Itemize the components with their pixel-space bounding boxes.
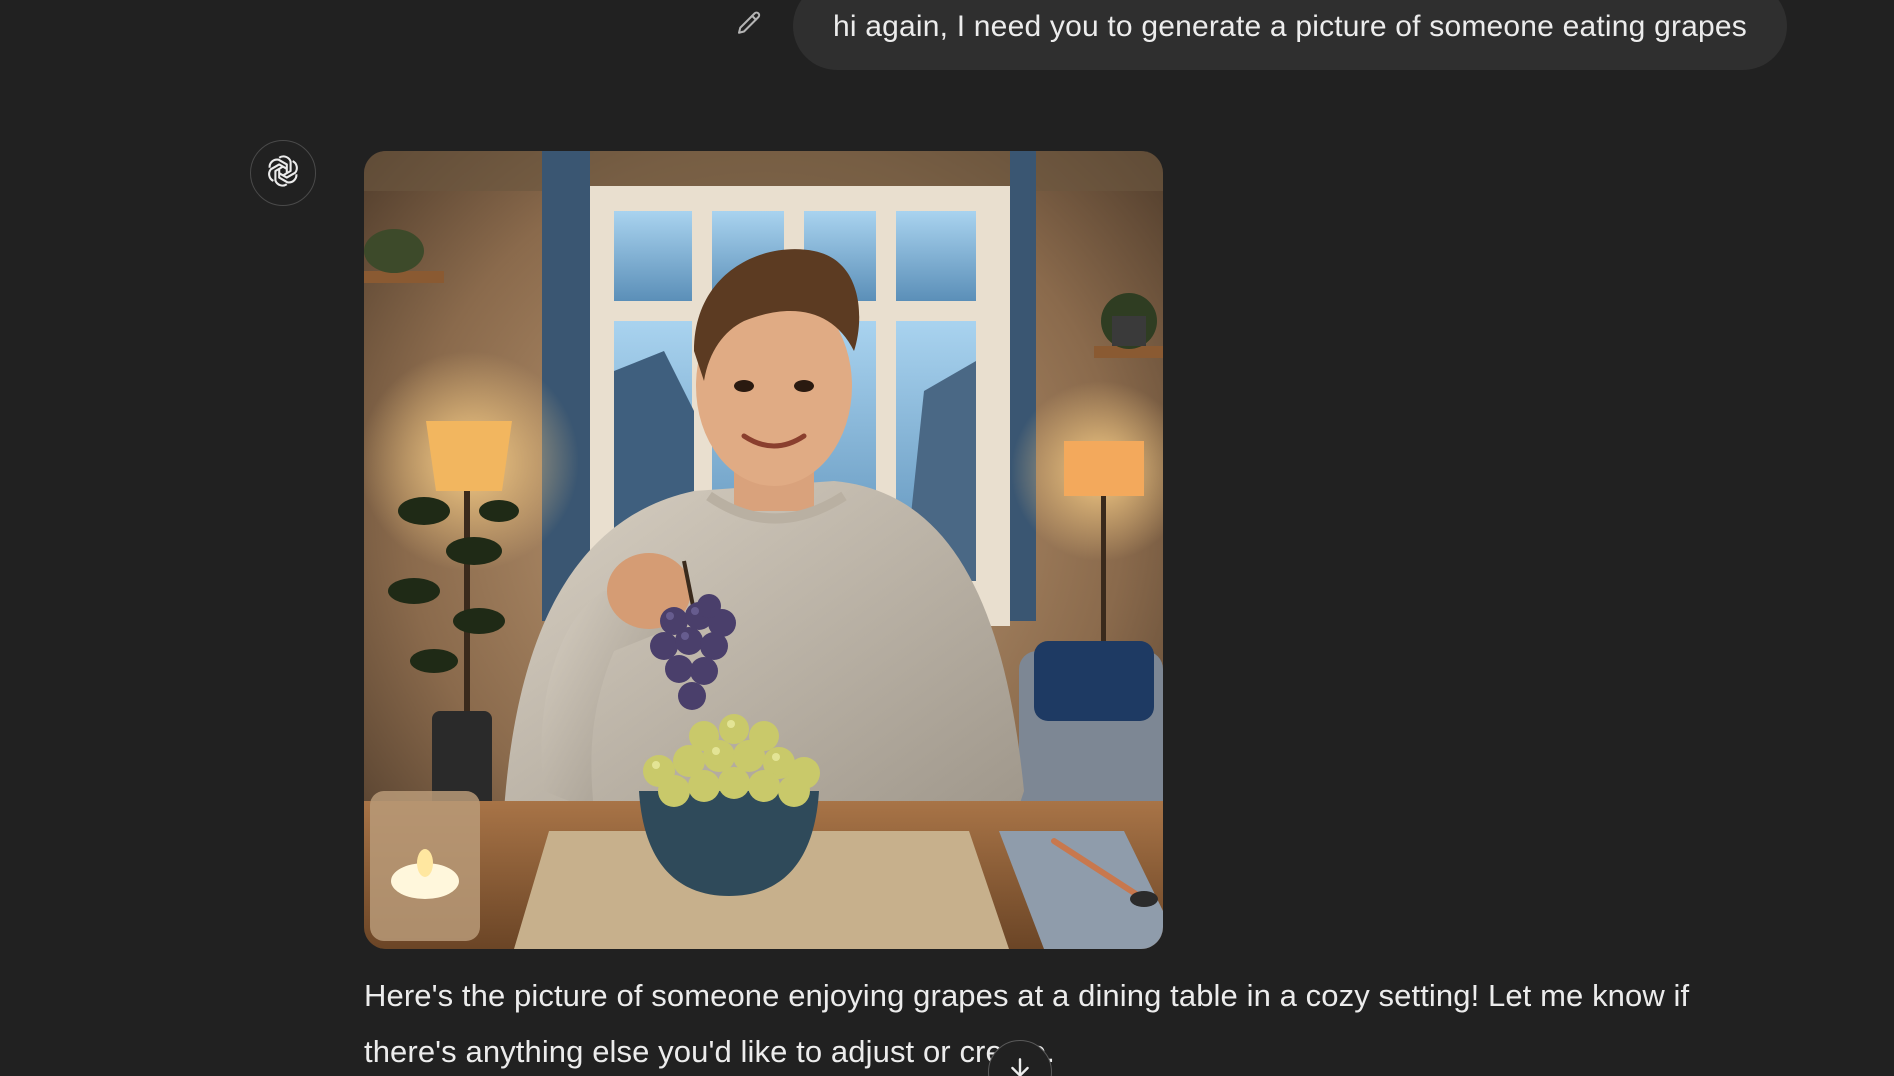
user-message-row: hi again, I need you to generate a pictu… [727,0,1787,70]
generated-image-illustration [364,151,1163,949]
arrow-down-icon [1007,1055,1033,1076]
assistant-avatar [250,140,316,206]
user-message-bubble: hi again, I need you to generate a pictu… [792,0,1787,70]
openai-logo-icon [264,152,302,195]
edit-message-button[interactable] [727,4,771,48]
generated-image[interactable] [364,151,1163,949]
assistant-message-text: Here's the picture of someone enjoying g… [364,978,1690,1069]
chat-view: hi again, I need you to generate a pictu… [0,0,1894,1076]
pencil-icon [734,9,764,44]
